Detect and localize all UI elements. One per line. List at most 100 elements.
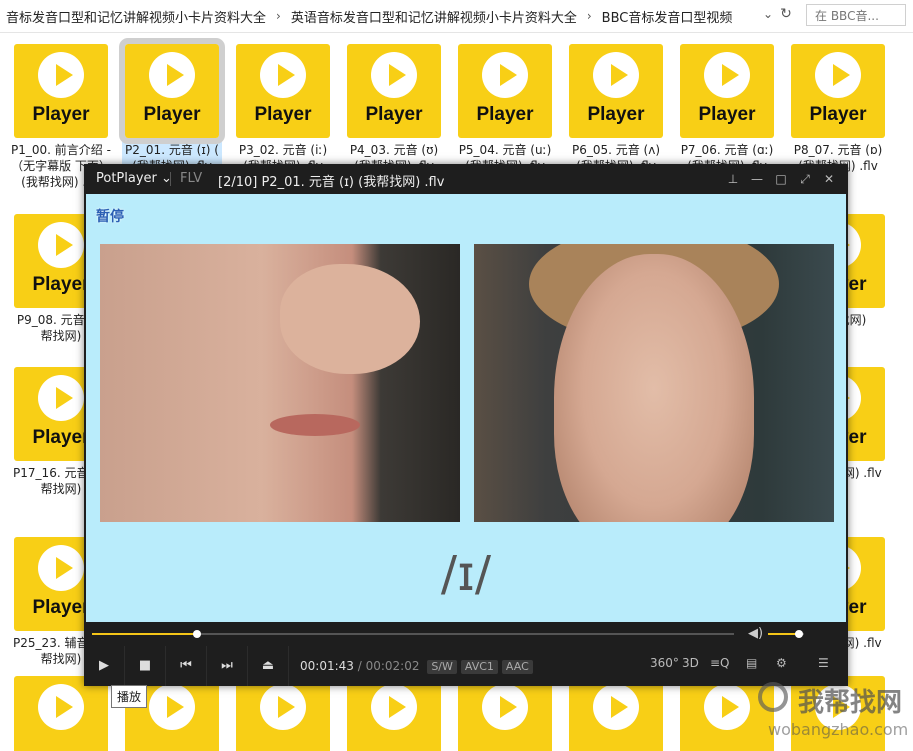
file-tile[interactable] xyxy=(14,676,108,751)
play-icon xyxy=(38,545,84,591)
video-frame-front-face xyxy=(474,244,834,522)
play-icon xyxy=(593,684,639,730)
seek-track[interactable] xyxy=(92,630,734,638)
file-tile-selected[interactable]: Player P2_01. 元音 (ɪ) ( (我帮找网) .flv xyxy=(119,38,225,174)
thumbnail-label: Player xyxy=(254,104,312,125)
play-icon xyxy=(593,52,639,98)
video-thumbnail[interactable]: Player xyxy=(458,44,552,138)
play-button[interactable]: ▶ xyxy=(84,646,125,686)
sw-decoder-tag[interactable]: S/W xyxy=(427,660,457,674)
volume-handle[interactable] xyxy=(794,630,803,638)
breadcrumb-separator[interactable]: › xyxy=(581,9,598,23)
watermark-url: wobangzhao.com xyxy=(768,720,909,739)
file-title: [2/10] P2_01. 元音 (ɪ) (我帮找网) .flv xyxy=(218,175,445,190)
time-current: 00:01:43 xyxy=(300,659,354,673)
file-tile[interactable] xyxy=(569,676,663,751)
potplayer-menu[interactable]: PotPlayer ⌄ xyxy=(96,171,172,186)
settings-icon[interactable]: ⚙ xyxy=(776,656,787,670)
play-tooltip: 播放 xyxy=(111,685,148,708)
seek-progress xyxy=(92,633,197,635)
file-tile[interactable]: Player P4_03. 元音 (ʊ) (我帮找网) .flv xyxy=(347,44,441,174)
menu-icon[interactable]: ☰ xyxy=(818,656,829,670)
file-tile[interactable]: Player P3_02. 元音 (iː) (我帮找网) .flv xyxy=(236,44,330,174)
thumbnail-label: Player xyxy=(143,104,201,125)
close-icon[interactable]: ✕ xyxy=(820,170,838,188)
video-thumbnail[interactable]: Player xyxy=(14,44,108,138)
video-codec-tag[interactable]: AVC1 xyxy=(460,660,498,674)
file-tile[interactable] xyxy=(458,676,552,751)
pause-status: 暂停 xyxy=(96,209,124,225)
video-thumbnail[interactable] xyxy=(236,676,330,751)
refresh-icon[interactable]: ↻ xyxy=(778,6,794,24)
video-thumbnail[interactable] xyxy=(347,676,441,751)
video-thumbnail[interactable]: Player xyxy=(119,38,225,144)
chevron-down-icon[interactable]: ⌄ xyxy=(760,7,776,25)
file-tile[interactable] xyxy=(347,676,441,751)
video-area[interactable]: 暂停 /ɪ/ xyxy=(86,194,846,622)
audio-codec-tag[interactable]: AAC xyxy=(501,660,533,674)
time-display: 00:01:43 / 00:02:02 S/W AVC1 AAC xyxy=(300,659,533,674)
vr-360-icon[interactable]: 360° xyxy=(650,656,679,670)
file-tile[interactable]: Player P8_07. 元音 (ɒ) (我帮找网) .flv xyxy=(791,44,885,174)
video-thumbnail[interactable] xyxy=(569,676,663,751)
3d-icon[interactable]: 3D xyxy=(682,656,699,670)
stop-button[interactable]: ■ xyxy=(125,646,166,686)
play-icon xyxy=(260,52,306,98)
play-icon xyxy=(38,375,84,421)
play-icon xyxy=(482,684,528,730)
thumbnail-label: Player xyxy=(365,104,423,125)
fullscreen-icon[interactable]: ⤢ xyxy=(796,170,814,188)
thumbnail-label: Player xyxy=(587,104,645,125)
pin-icon[interactable]: ⊥ xyxy=(724,170,742,188)
play-icon xyxy=(704,684,750,730)
address-bar: 音标发音口型和记忆讲解视频小卡片资料大全 › 英语音标发音口型和记忆讲解视频小卡… xyxy=(0,0,913,33)
ipa-symbol: /ɪ/ xyxy=(440,546,492,602)
previous-button[interactable]: ⏮ xyxy=(166,646,207,686)
play-icon xyxy=(704,52,750,98)
video-thumbnail[interactable]: Player xyxy=(347,44,441,138)
time-total: 00:02:02 xyxy=(365,659,420,673)
seek-bar[interactable]: ◀) xyxy=(84,622,848,646)
thumbnail-label: Player xyxy=(32,104,90,125)
breadcrumb-separator[interactable]: › xyxy=(270,9,287,23)
next-button[interactable]: ⏭ xyxy=(207,646,248,686)
volume-slider[interactable] xyxy=(768,630,804,638)
magnifier-icon xyxy=(758,682,788,712)
video-thumbnail[interactable]: Player xyxy=(236,44,330,138)
seek-handle[interactable] xyxy=(192,630,201,638)
play-icon xyxy=(815,52,861,98)
breadcrumb: 音标发音口型和记忆讲解视频小卡片资料大全 › 英语音标发音口型和记忆讲解视频小卡… xyxy=(2,6,772,26)
video-thumbnail[interactable] xyxy=(14,676,108,751)
eject-button[interactable]: ⏏ xyxy=(248,646,289,686)
search-input[interactable]: 在 BBC音... xyxy=(806,4,906,26)
file-tile[interactable] xyxy=(236,676,330,751)
video-thumbnail[interactable]: Player xyxy=(791,44,885,138)
potplayer-window[interactable]: PotPlayer ⌄ FLV [2/10] P2_01. 元音 (ɪ) (我帮… xyxy=(84,164,848,686)
breadcrumb-item[interactable]: BBC音标发音口型视频 xyxy=(598,7,737,26)
maximize-icon[interactable]: □ xyxy=(772,170,790,188)
file-tile[interactable]: Player P7_06. 元音 (ɑː) (我帮找网) .flv xyxy=(680,44,774,174)
play-icon xyxy=(149,52,195,98)
play-icon xyxy=(38,222,84,268)
file-tile[interactable]: Player P5_04. 元音 (uː) (我帮找网) .flv xyxy=(458,44,552,174)
playlist-icon[interactable]: ▤ xyxy=(746,656,757,670)
breadcrumb-item[interactable]: 音标发音口型和记忆讲解视频小卡片资料大全 xyxy=(2,7,270,26)
video-thumbnail[interactable] xyxy=(458,676,552,751)
play-icon xyxy=(482,52,528,98)
playlist-search-icon[interactable]: ≡Q xyxy=(710,656,730,670)
video-thumbnail[interactable]: Player xyxy=(680,44,774,138)
time-separator: / xyxy=(353,659,366,673)
watermark-text: 我帮找网 xyxy=(798,688,903,718)
volume-icon[interactable]: ◀) xyxy=(748,626,763,641)
file-tile[interactable]: Player P6_05. 元音 (ʌ) (我帮找网) .flv xyxy=(569,44,663,174)
format-label: FLV xyxy=(180,171,203,186)
breadcrumb-item[interactable]: 英语音标发音口型和记忆讲解视频小卡片资料大全 xyxy=(287,7,581,26)
play-icon xyxy=(38,684,84,730)
watermark: 我帮找网 wobangzhao.com xyxy=(748,680,913,751)
player-title-bar[interactable]: PotPlayer ⌄ FLV [2/10] P2_01. 元音 (ɪ) (我帮… xyxy=(84,164,848,194)
video-thumbnail[interactable]: Player xyxy=(569,44,663,138)
thumbnail-label: Player xyxy=(476,104,534,125)
play-icon xyxy=(371,52,417,98)
play-icon xyxy=(371,684,417,730)
minimize-icon[interactable]: — xyxy=(748,170,766,188)
